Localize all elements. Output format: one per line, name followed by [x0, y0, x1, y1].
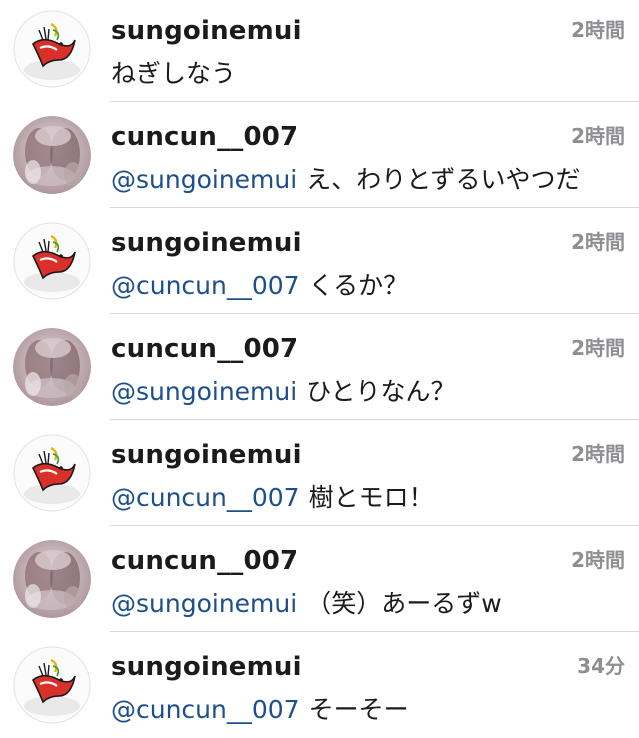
timestamp: 2時間	[571, 18, 625, 42]
bird-avatar-icon	[13, 434, 91, 512]
timestamp: 2時間	[571, 230, 625, 254]
timestamp: 2時間	[571, 336, 625, 360]
list-item[interactable]: cuncun__007 2時間 @sungoinemui （笑）あーるずw	[0, 526, 639, 632]
username[interactable]: cuncun__007	[111, 122, 298, 152]
mention-link[interactable]: @sungoinemui	[111, 589, 297, 618]
message-body: （笑）あーるずw	[306, 589, 502, 618]
photo-avatar-icon	[13, 328, 91, 406]
mention-link[interactable]: @cuncun__007	[111, 695, 300, 724]
message-text: @sungoinemui え、わりとずるいやつだ	[111, 160, 580, 196]
list-item[interactable]: cuncun__007 2時間 @sungoinemui ひとりなん？	[0, 314, 639, 420]
message-list: sungoinemui 2時間 ねぎしなう cuncun__007 2時間 @s…	[0, 0, 639, 738]
list-item[interactable]: sungoinemui 2時間 ねぎしなう	[0, 0, 639, 102]
message-text: @cuncun__007 そーそー	[111, 690, 409, 726]
list-item[interactable]: sungoinemui 34分 @cuncun__007 そーそー	[0, 632, 639, 738]
username[interactable]: sungoinemui	[111, 228, 302, 258]
timestamp: 34分	[577, 654, 625, 678]
list-item[interactable]: sungoinemui 2時間 @cuncun__007 樹とモロ！	[0, 420, 639, 526]
message-body: ひとりなん？	[306, 377, 456, 406]
message-text: ねぎしなう	[111, 54, 236, 90]
avatar[interactable]	[13, 328, 91, 406]
bird-avatar-icon	[13, 222, 91, 300]
avatar[interactable]	[13, 434, 91, 512]
timestamp: 2時間	[571, 124, 625, 148]
photo-avatar-icon	[13, 116, 91, 194]
timestamp: 2時間	[571, 442, 625, 466]
mention-link[interactable]: @cuncun__007	[111, 483, 300, 512]
avatar[interactable]	[13, 540, 91, 618]
message-text: @sungoinemui ひとりなん？	[111, 372, 455, 408]
username[interactable]: sungoinemui	[111, 440, 302, 470]
message-text: @cuncun__007 くるか？	[111, 266, 408, 302]
mention-link[interactable]: @sungoinemui	[111, 377, 297, 406]
list-item[interactable]: cuncun__007 2時間 @sungoinemui え、わりとずるいやつだ	[0, 102, 639, 208]
bird-avatar-icon	[13, 646, 91, 724]
avatar[interactable]	[13, 116, 91, 194]
username[interactable]: sungoinemui	[111, 652, 302, 682]
message-body: え、わりとずるいやつだ	[306, 165, 581, 194]
avatar[interactable]	[13, 10, 91, 88]
message-body: ねぎしなう	[111, 59, 237, 88]
message-text: @cuncun__007 樹とモロ！	[111, 478, 434, 514]
message-body: そーそー	[308, 695, 409, 724]
message-text: @sungoinemui （笑）あーるずw	[111, 584, 502, 620]
photo-avatar-icon	[13, 540, 91, 618]
bird-avatar-icon	[13, 10, 91, 88]
list-item[interactable]: sungoinemui 2時間 @cuncun__007 くるか？	[0, 208, 639, 314]
mention-link[interactable]: @sungoinemui	[111, 165, 297, 194]
message-body: くるか？	[308, 271, 409, 300]
avatar[interactable]	[13, 646, 91, 724]
mention-link[interactable]: @cuncun__007	[111, 271, 300, 300]
username[interactable]: cuncun__007	[111, 546, 298, 576]
username[interactable]: cuncun__007	[111, 334, 298, 364]
avatar[interactable]	[13, 222, 91, 300]
message-body: 樹とモロ！	[308, 483, 434, 512]
timestamp: 2時間	[571, 548, 625, 572]
username[interactable]: sungoinemui	[111, 16, 302, 46]
